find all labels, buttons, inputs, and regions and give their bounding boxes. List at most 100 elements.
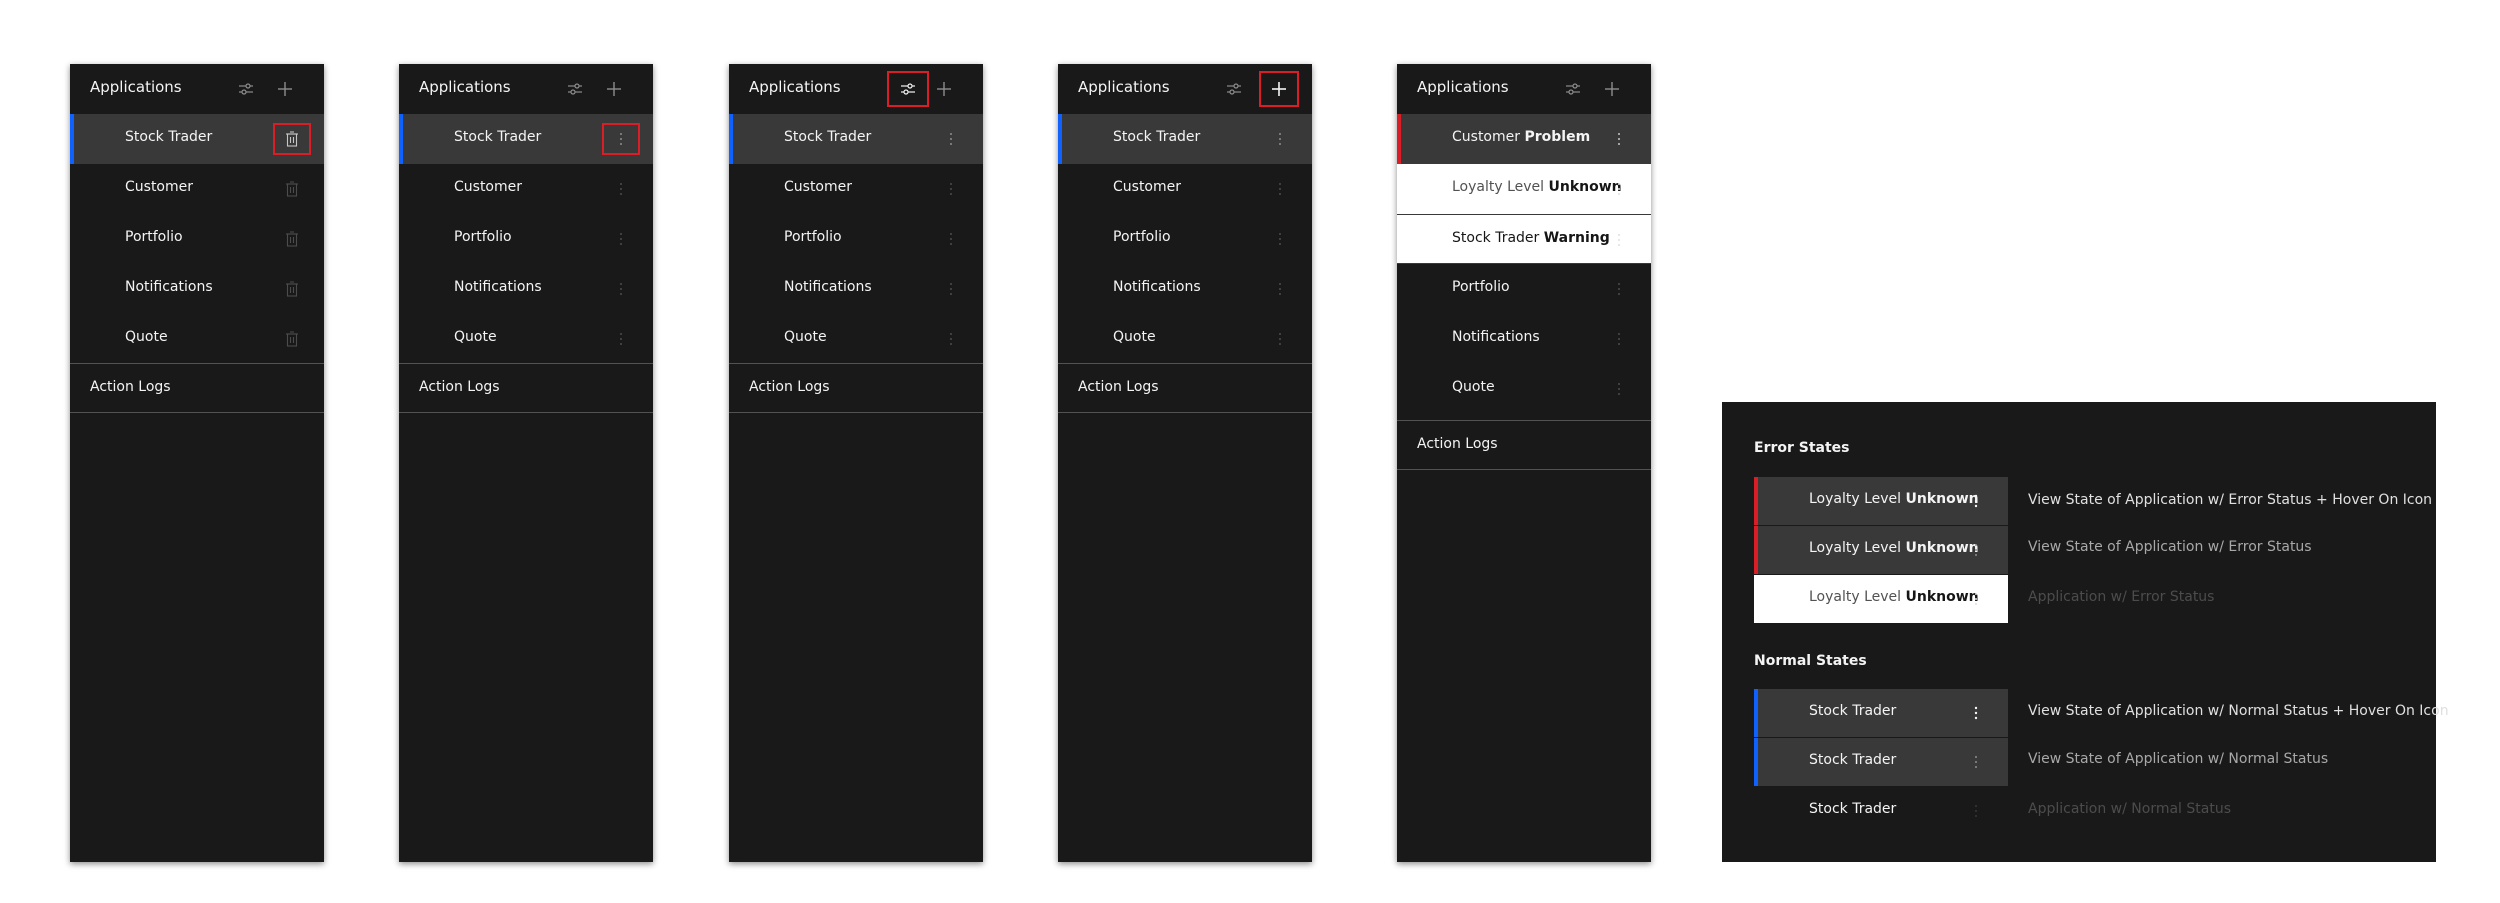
- overflow-menu-vertical-icon[interactable]: [1964, 587, 1988, 611]
- settings-adjust-icon[interactable]: [1222, 77, 1246, 101]
- overflow-menu-vertical-icon[interactable]: [609, 227, 633, 251]
- trash-can-icon[interactable]: [280, 227, 304, 251]
- status-text: Warning: [1543, 230, 1610, 246]
- settings-adjust-icon[interactable]: [887, 71, 929, 107]
- overflow-menu-vertical-icon[interactable]: [939, 227, 963, 251]
- item-label: Notifications: [1113, 279, 1201, 295]
- add-icon[interactable]: [602, 77, 626, 101]
- action-logs-item[interactable]: Action Logs: [1058, 363, 1312, 413]
- add-icon[interactable]: [932, 77, 956, 101]
- item-label: Notifications: [125, 279, 213, 295]
- legend-row[interactable]: Loyalty Level Unknown: [1754, 575, 2008, 623]
- overflow-menu-vertical-icon[interactable]: [1964, 538, 1988, 562]
- overflow-menu-vertical-icon[interactable]: [939, 327, 963, 351]
- overflow-menu-vertical-icon[interactable]: [939, 177, 963, 201]
- list-item[interactable]: Quote: [729, 314, 983, 364]
- overflow-menu-vertical-icon[interactable]: [1607, 327, 1631, 351]
- list-item[interactable]: Stock Trader: [399, 114, 653, 164]
- overflow-menu-vertical-icon[interactable]: [609, 177, 633, 201]
- list-item[interactable]: Customer: [70, 164, 324, 214]
- list-item[interactable]: Stock Trader: [1058, 114, 1312, 164]
- overflow-menu-vertical-icon[interactable]: [1964, 799, 1988, 823]
- trash-can-icon[interactable]: [273, 123, 311, 155]
- trash-can-icon[interactable]: [280, 177, 304, 201]
- trash-can-icon[interactable]: [280, 327, 304, 351]
- list-item[interactable]: Stock Trader Warning: [1397, 214, 1651, 264]
- overflow-menu-vertical-icon[interactable]: [609, 327, 633, 351]
- legend-row[interactable]: Loyalty Level Unknown: [1754, 526, 2008, 574]
- overflow-menu-vertical-icon[interactable]: [1964, 489, 1988, 513]
- add-icon[interactable]: [273, 77, 297, 101]
- item-label: Loyalty Level Unknown: [1452, 179, 1622, 195]
- item-label: Stock Trader: [125, 129, 213, 145]
- overflow-menu-vertical-icon[interactable]: [609, 277, 633, 301]
- panel-title: Applications: [1417, 78, 1509, 96]
- item-label: Customer Problem: [1452, 129, 1591, 145]
- overflow-menu-vertical-icon[interactable]: [1268, 177, 1292, 201]
- list-item[interactable]: Notifications: [729, 264, 983, 314]
- list-item[interactable]: Customer: [399, 164, 653, 214]
- list-item[interactable]: Notifications: [1058, 264, 1312, 314]
- panel-header: Applications: [70, 64, 324, 114]
- list-item[interactable]: Portfolio: [729, 214, 983, 264]
- list-item[interactable]: Quote: [399, 314, 653, 364]
- error-states-heading: Error States: [1754, 440, 1850, 456]
- action-logs-label: Action Logs: [90, 379, 171, 395]
- overflow-menu-vertical-icon[interactable]: [1607, 228, 1631, 252]
- panel-header: Applications: [729, 64, 983, 114]
- overflow-menu-vertical-icon[interactable]: [1268, 127, 1292, 151]
- list-item[interactable]: Quote: [70, 314, 324, 364]
- normal-states-heading: Normal States: [1754, 653, 1867, 669]
- item-label: Quote: [125, 329, 168, 345]
- list-item[interactable]: Quote: [1397, 364, 1651, 414]
- settings-adjust-icon[interactable]: [563, 77, 587, 101]
- action-logs-item[interactable]: Action Logs: [729, 363, 983, 413]
- panel-header: Applications: [399, 64, 653, 114]
- list-item[interactable]: Portfolio: [70, 214, 324, 264]
- item-label: Stock Trader: [1809, 752, 1897, 768]
- overflow-menu-vertical-icon[interactable]: [1607, 127, 1631, 151]
- list-item[interactable]: Customer Problem: [1397, 114, 1651, 164]
- overflow-menu-vertical-icon[interactable]: [1964, 701, 1988, 725]
- action-logs-item[interactable]: Action Logs: [1397, 420, 1651, 470]
- list-item[interactable]: Portfolio: [1397, 264, 1651, 314]
- overflow-menu-vertical-icon[interactable]: [1964, 750, 1988, 774]
- legend-description: Application w/ Normal Status: [2028, 801, 2232, 817]
- overflow-menu-vertical-icon[interactable]: [1268, 327, 1292, 351]
- legend-row[interactable]: Stock Trader: [1754, 689, 2008, 737]
- overflow-menu-vertical-icon[interactable]: [939, 127, 963, 151]
- settings-adjust-icon[interactable]: [234, 77, 258, 101]
- overflow-menu-vertical-icon[interactable]: [602, 123, 640, 155]
- list-item[interactable]: Notifications: [1397, 314, 1651, 364]
- item-label: Quote: [784, 329, 827, 345]
- legend-description: Application w/ Error Status: [2028, 589, 2215, 605]
- legend-row[interactable]: Loyalty Level Unknown: [1754, 477, 2008, 525]
- list-item[interactable]: Stock Trader: [729, 114, 983, 164]
- action-logs-item[interactable]: Action Logs: [70, 363, 324, 413]
- list-item[interactable]: Stock Trader: [70, 114, 324, 164]
- add-icon[interactable]: [1600, 77, 1624, 101]
- action-logs-item[interactable]: Action Logs: [399, 363, 653, 413]
- overflow-menu-vertical-icon[interactable]: [1607, 277, 1631, 301]
- list-item[interactable]: Portfolio: [1058, 214, 1312, 264]
- legend-row[interactable]: Stock Trader: [1754, 787, 2008, 835]
- overflow-menu-vertical-icon[interactable]: [939, 277, 963, 301]
- trash-can-icon[interactable]: [280, 277, 304, 301]
- list-item[interactable]: Quote: [1058, 314, 1312, 364]
- overflow-menu-vertical-icon[interactable]: [1268, 227, 1292, 251]
- list-item[interactable]: Portfolio: [399, 214, 653, 264]
- settings-adjust-icon[interactable]: [1561, 77, 1585, 101]
- list-item[interactable]: Customer: [729, 164, 983, 214]
- overflow-menu-vertical-icon[interactable]: [1607, 177, 1631, 201]
- list-item[interactable]: Loyalty Level Unknown: [1397, 164, 1651, 214]
- list-item[interactable]: Notifications: [70, 264, 324, 314]
- list-item[interactable]: Customer: [1058, 164, 1312, 214]
- legend-row[interactable]: Stock Trader: [1754, 738, 2008, 786]
- add-icon[interactable]: [1259, 71, 1299, 107]
- panel-title: Applications: [749, 78, 841, 96]
- panel-title: Applications: [90, 78, 182, 96]
- overflow-menu-vertical-icon[interactable]: [1268, 277, 1292, 301]
- list-item[interactable]: Notifications: [399, 264, 653, 314]
- overflow-menu-vertical-icon[interactable]: [1607, 377, 1631, 401]
- app-panel-status: Applications Customer Problem Loyalty Le…: [1397, 64, 1651, 862]
